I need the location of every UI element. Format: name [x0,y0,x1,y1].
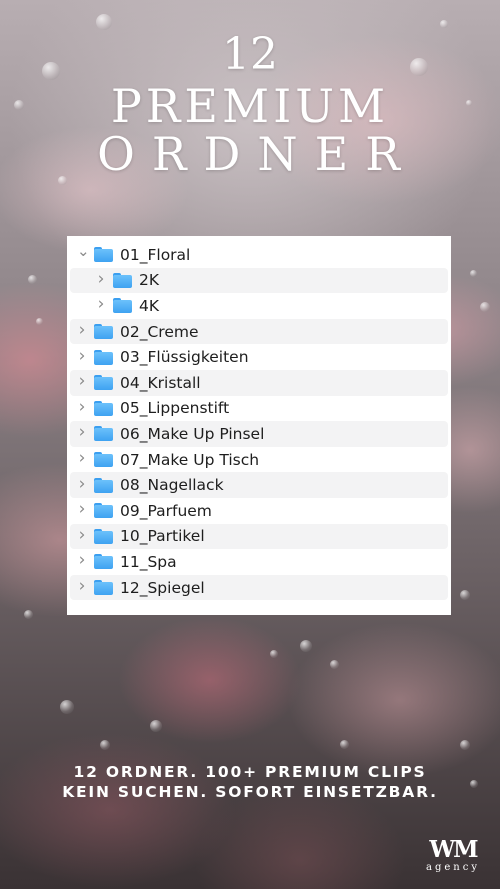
tagline-line-1: 12 ORDNER. 100+ PREMIUM CLIPS [73,763,427,781]
water-drop [340,740,349,749]
folder-label: 02_Creme [120,322,199,341]
folder-label: 07_Make Up Tisch [120,450,260,469]
folder-label: 11_Spa [120,552,177,571]
water-drop [470,270,477,277]
chevron-right-icon[interactable]: › [77,526,87,544]
folder-icon [94,324,113,340]
water-drop [150,720,162,732]
water-drop [24,610,33,619]
folder-row[interactable]: › 12_Spiegel [70,574,448,601]
folder-tree-panel: ⌄ 01_Floral › 2K › 4K › 02_Creme › 03_Flüssigkeit… [67,236,451,615]
water-drop [480,302,490,312]
folder-label: 4K [139,296,160,315]
water-drop [440,20,448,28]
folder-icon [94,452,113,468]
folder-label: 03_Flüssigkeiten [120,348,249,367]
water-drop [96,14,112,30]
water-drop [460,590,470,600]
water-drop [100,740,110,750]
chevron-right-icon[interactable]: › [77,475,87,493]
folder-icon [94,554,113,570]
subfolder-row[interactable]: › 4K [67,293,451,319]
folder-icon [94,503,113,519]
folder-row[interactable]: ⌄ 01_Floral [67,242,451,268]
chevron-right-icon[interactable]: › [77,578,87,595]
folder-label: 09_Parfuem [120,501,212,520]
folder-icon [94,400,113,416]
folder-icon [94,477,113,493]
tagline-line-2: KEIN SUCHEN. SOFORT EINSETZBAR. [62,783,438,801]
folder-icon [94,247,113,263]
folder-label: 08_Nagellack [120,476,224,495]
folder-row[interactable]: › 06_Make Up Pinsel [70,421,448,447]
water-drop [36,318,43,325]
folder-row[interactable]: › 03_Flüssigkeiten [67,344,451,370]
chevron-down-icon[interactable]: ⌄ [77,244,90,259]
chevron-right-icon[interactable]: › [77,347,87,365]
folder-label: 10_Partikel [120,527,205,546]
folder-label: 06_Make Up Pinsel [120,424,265,443]
chevron-right-icon[interactable]: › [77,398,87,416]
folder-label: 01_Floral [120,245,191,264]
folder-row[interactable]: › 10_Partikel [70,523,448,550]
folder-icon [113,272,132,288]
brand-mark: WM [429,836,478,863]
water-drop [60,700,74,714]
folder-label: 2K [139,271,160,290]
folder-icon [113,298,132,314]
headline-number: 12 [222,29,278,80]
folder-row[interactable]: › 08_Nagellack [70,472,448,498]
brand-subtitle: agency [426,862,480,873]
chevron-right-icon[interactable]: › [77,501,87,518]
chevron-right-icon[interactable]: › [77,450,87,467]
water-drop [28,275,37,284]
folder-row[interactable]: › 07_Make Up Tisch [67,447,451,473]
chevron-right-icon[interactable]: › [77,373,87,390]
water-drop [330,660,339,669]
chevron-right-icon[interactable]: › [96,270,106,288]
folder-row[interactable]: › 05_Lippenstift [67,396,451,422]
water-drop [460,740,470,750]
water-drop [270,650,278,658]
brand-logo: WM agency [418,838,488,878]
chevron-right-icon[interactable]: › [96,296,106,313]
folder-row[interactable]: › 02_Creme [70,318,448,345]
folder-icon [94,375,113,391]
folder-icon [94,580,113,596]
folder-row[interactable]: › 11_Spa [67,549,451,575]
folder-label: 04_Kristall [120,373,201,392]
chevron-right-icon[interactable]: › [77,552,87,569]
folder-icon [94,349,113,365]
chevron-right-icon[interactable]: › [77,424,87,441]
folder-row[interactable]: › 04_Kristall [70,369,448,396]
folder-icon [94,528,113,544]
subfolder-row[interactable]: › 2K [70,267,448,294]
headline-premium: PREMIUM [110,79,390,133]
folder-row[interactable]: › 09_Parfuem [67,498,451,524]
folder-label: 05_Lippenstift [120,399,230,418]
chevron-right-icon[interactable]: › [77,322,87,339]
water-drop [300,640,312,652]
headline-ordner: ORDNER [97,127,417,181]
folder-icon [94,426,113,442]
folder-label: 12_Spiegel [120,578,205,597]
